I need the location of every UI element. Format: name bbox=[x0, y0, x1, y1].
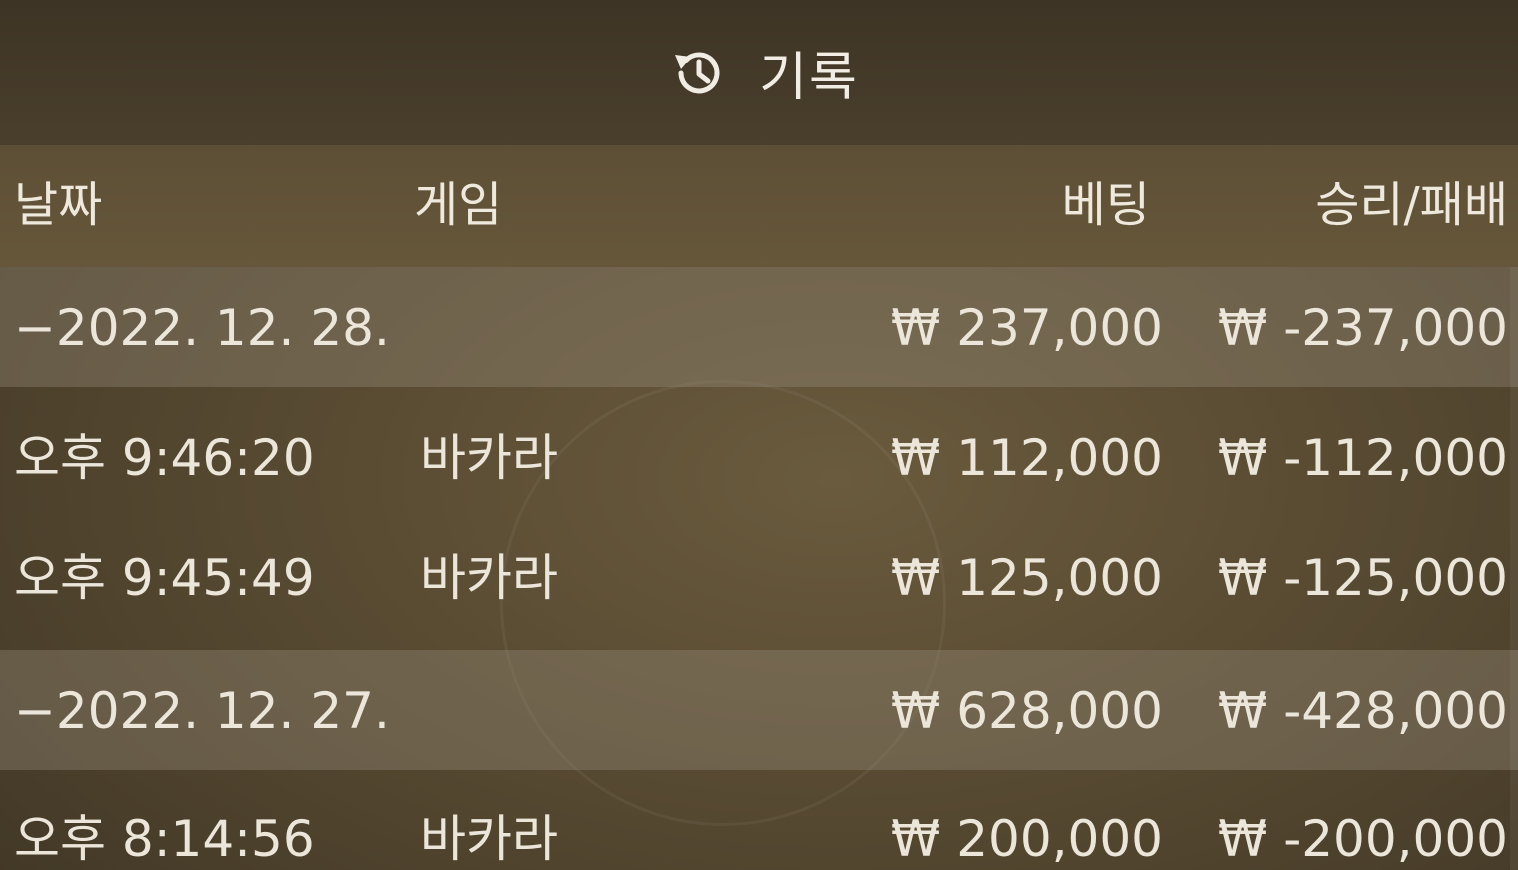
header-bar: 기록 bbox=[0, 0, 1518, 145]
table-header: 날짜 게임 베팅 승리/패배 bbox=[0, 145, 1518, 267]
entry-time: 오후 8:14:56 bbox=[14, 810, 315, 868]
history-screen: 기록 날짜 게임 베팅 승리/패배 −2022. 12. 28. ₩ 237,0… bbox=[0, 0, 1518, 870]
history-icon bbox=[675, 51, 720, 93]
entry-bet: ₩ 200,000 bbox=[890, 810, 1163, 868]
entry-time: 오후 9:46:20 bbox=[14, 429, 315, 487]
entry-result: ₩ -125,000 bbox=[1217, 549, 1508, 607]
column-header-bet: 베팅 bbox=[1061, 177, 1150, 233]
group-result-total: ₩ -428,000 bbox=[1217, 682, 1508, 740]
column-header-result: 승리/패배 bbox=[1315, 177, 1508, 233]
entry-game: 바카라 bbox=[420, 549, 558, 607]
header-title-group: 기록 bbox=[669, 35, 859, 110]
group-bet-total: ₩ 237,000 bbox=[890, 299, 1163, 357]
date-group-row[interactable]: −2022. 12. 28. ₩ 237,000 ₩ -237,000 bbox=[0, 267, 1518, 387]
scrollbar[interactable] bbox=[1510, 267, 1518, 870]
table-row[interactable]: 오후 9:46:20 바카라 ₩ 112,000 ₩ -112,000 bbox=[0, 397, 1518, 517]
column-header-game: 게임 bbox=[414, 177, 503, 233]
entry-game: 바카라 bbox=[420, 429, 558, 487]
entry-bet: ₩ 112,000 bbox=[890, 429, 1163, 487]
date-group-row[interactable]: −2022. 12. 27. ₩ 628,000 ₩ -428,000 bbox=[0, 650, 1518, 770]
entry-time: 오후 9:45:49 bbox=[14, 549, 315, 607]
table-row[interactable]: 오후 9:45:49 바카라 ₩ 125,000 ₩ -125,000 bbox=[0, 517, 1518, 637]
group-date: −2022. 12. 27. bbox=[14, 682, 390, 740]
entry-bet: ₩ 125,000 bbox=[890, 549, 1163, 607]
column-header-date: 날짜 bbox=[14, 177, 103, 233]
entry-result: ₩ -200,000 bbox=[1217, 810, 1508, 868]
group-result-total: ₩ -237,000 bbox=[1217, 299, 1508, 357]
entry-result: ₩ -112,000 bbox=[1217, 429, 1508, 487]
table-row[interactable]: 오후 8:14:56 바카라 ₩ 200,000 ₩ -200,000 bbox=[0, 778, 1518, 870]
page-title: 기록 bbox=[759, 48, 859, 108]
entry-game: 바카라 bbox=[420, 810, 558, 868]
group-bet-total: ₩ 628,000 bbox=[890, 682, 1163, 740]
group-date: −2022. 12. 28. bbox=[14, 299, 390, 357]
